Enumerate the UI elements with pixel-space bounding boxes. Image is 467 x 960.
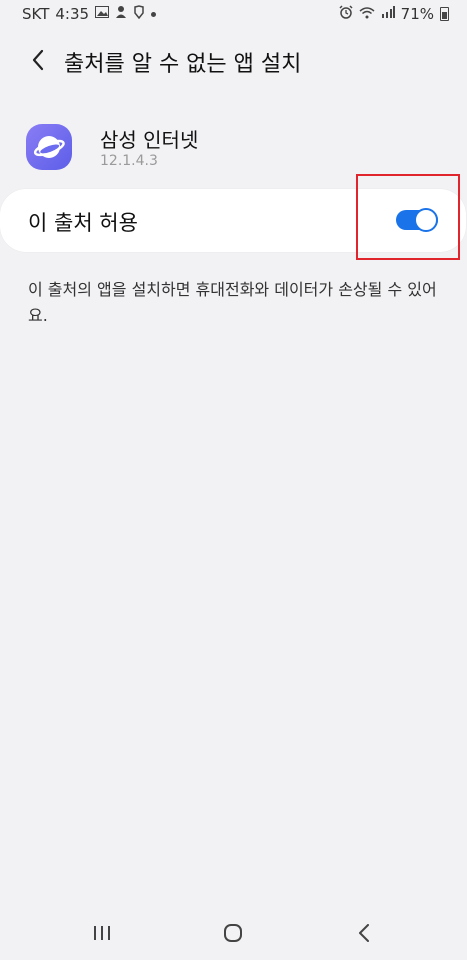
battery-percent: 71% bbox=[400, 5, 434, 23]
home-button[interactable] bbox=[208, 918, 258, 948]
recent-apps-button[interactable] bbox=[77, 918, 127, 948]
status-bar: SKT 4:35 71% bbox=[0, 0, 467, 30]
status-left: SKT 4:35 bbox=[22, 5, 157, 23]
signal-icon bbox=[381, 6, 395, 22]
app-bar: 출처를 알 수 없는 앱 설치 bbox=[0, 40, 467, 80]
warning-description: 이 출처의 앱을 설치하면 휴대전화와 데이터가 손상될 수 있어요. bbox=[28, 280, 437, 325]
allow-source-toggle[interactable] bbox=[396, 207, 438, 233]
gallery-icon bbox=[95, 6, 110, 22]
back-button[interactable] bbox=[20, 40, 56, 80]
back-arrow-icon bbox=[32, 49, 44, 71]
app-version: 12.1.4.3 bbox=[100, 153, 158, 169]
battery-icon bbox=[440, 7, 449, 21]
status-right: 71% bbox=[339, 5, 449, 23]
alarm-icon bbox=[339, 5, 353, 23]
carrier-label: SKT bbox=[22, 5, 50, 23]
app-info: 삼성 인터넷 12.1.4.3 bbox=[0, 120, 467, 180]
back-icon bbox=[359, 924, 369, 942]
home-icon bbox=[224, 924, 242, 942]
more-notifications-dot-icon bbox=[151, 11, 157, 17]
clock: 4:35 bbox=[55, 5, 90, 23]
recent-apps-icon bbox=[94, 926, 110, 940]
navigation-bar bbox=[0, 908, 467, 960]
accessibility-icon bbox=[133, 5, 145, 23]
samsung-internet-icon bbox=[26, 124, 72, 170]
wifi-icon bbox=[359, 6, 375, 23]
app-name: 삼성 인터넷 bbox=[100, 128, 199, 152]
notification-icon bbox=[115, 5, 127, 23]
toggle-thumb bbox=[414, 208, 438, 232]
nav-back-button[interactable] bbox=[339, 918, 389, 948]
allow-source-label: 이 출처 허용 bbox=[28, 211, 138, 235]
page-title: 출처를 알 수 없는 앱 설치 bbox=[64, 52, 302, 77]
